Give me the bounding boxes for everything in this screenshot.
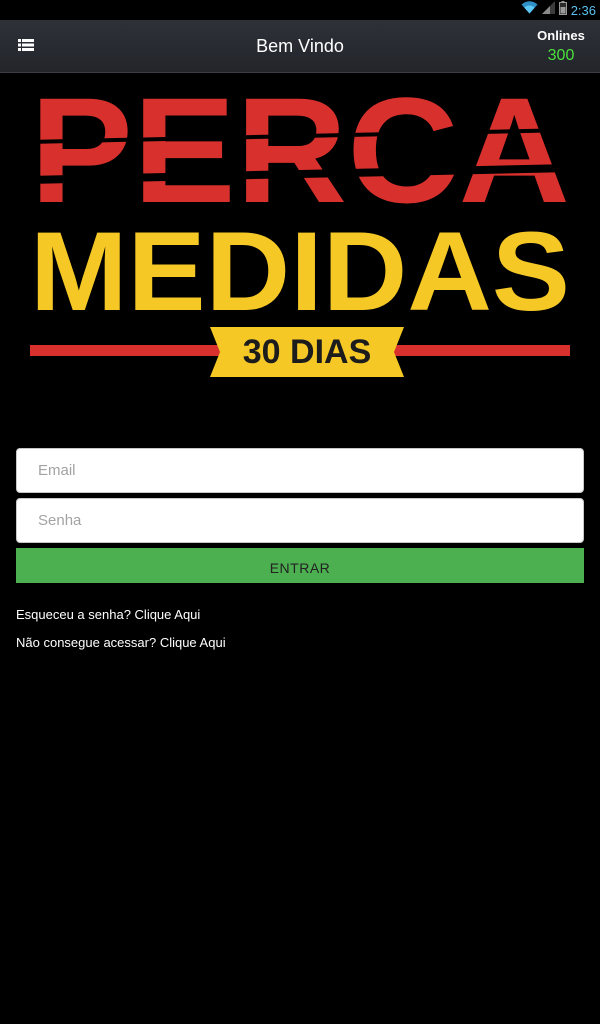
status-bar-right: 2:36 bbox=[521, 0, 596, 20]
online-count: 300 bbox=[547, 47, 575, 64]
login-button[interactable]: ENTRAR bbox=[16, 548, 584, 583]
status-bar: 2:36 bbox=[0, 0, 600, 20]
cellular-signal-icon bbox=[541, 1, 555, 19]
email-field[interactable] bbox=[16, 448, 584, 493]
cant-access-link[interactable]: Não consegue acessar? Clique Aqui bbox=[16, 635, 226, 650]
online-counter: Onlines 300 bbox=[536, 28, 586, 65]
wifi-icon bbox=[521, 1, 538, 19]
forgot-password-link[interactable]: Esqueceu a senha? Clique Aqui bbox=[16, 607, 200, 622]
online-label: Onlines bbox=[537, 28, 585, 43]
app-logo: PERCA MEDIDAS 30 DIAS bbox=[28, 66, 572, 380]
page-title: Bem Vindo bbox=[256, 36, 344, 56]
status-time: 2:36 bbox=[570, 2, 596, 18]
logo-badge: 30 DIAS bbox=[243, 333, 372, 371]
logo-line-2: MEDIDAS bbox=[30, 209, 570, 334]
app-header: Bem Vindo Onlines 300 bbox=[0, 20, 600, 73]
password-field[interactable] bbox=[16, 498, 584, 543]
battery-icon bbox=[558, 0, 567, 20]
